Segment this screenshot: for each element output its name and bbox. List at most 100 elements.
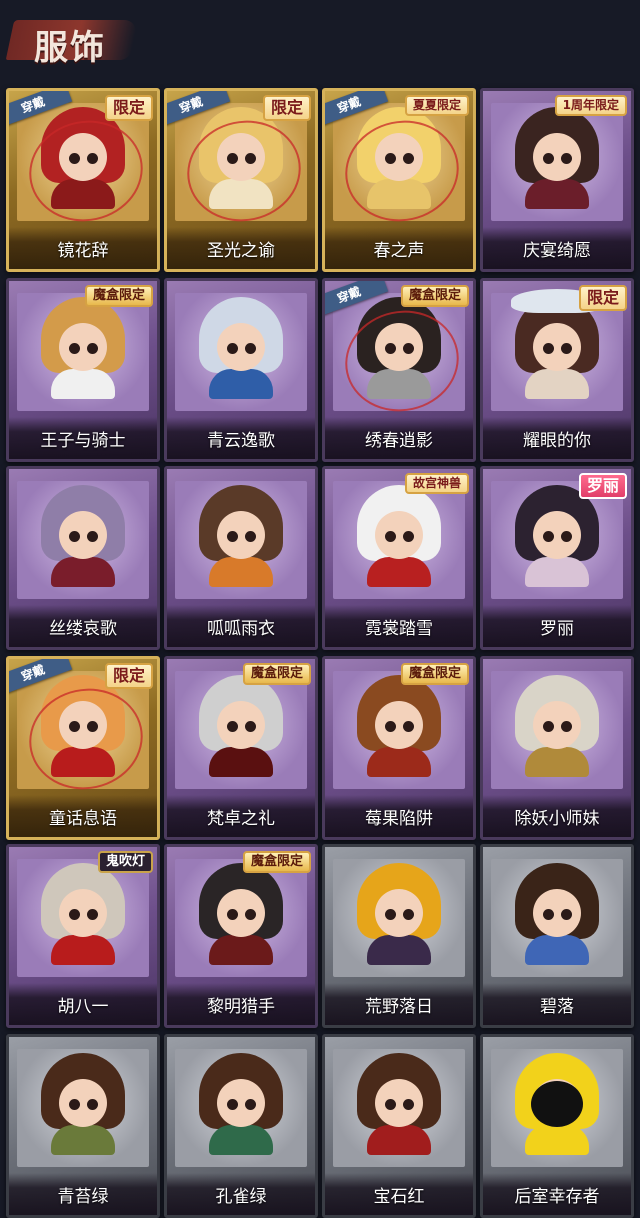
portrait-face — [59, 889, 107, 937]
costume-name: 梵卓之礼 — [207, 809, 275, 829]
portrait-outfit — [525, 179, 589, 209]
portrait-face — [59, 323, 107, 371]
portrait-outfit — [51, 557, 115, 587]
costume-portrait — [199, 863, 283, 965]
portrait-eye — [403, 531, 414, 542]
portrait-outfit — [209, 747, 273, 777]
costume-card[interactable]: 魔盒限定王子与骑士 — [6, 278, 160, 462]
portrait-eye — [69, 531, 80, 542]
costume-card[interactable]: 魔盒限定 梵卓之礼 — [164, 656, 318, 840]
portrait-outfit — [525, 747, 589, 777]
limited-badge: 魔盒限定 — [400, 663, 469, 685]
costume-card[interactable]: 穿戴 限定 镜花辞 — [6, 88, 160, 272]
portrait-eye — [403, 721, 414, 732]
costume-name: 童话息语 — [49, 809, 117, 829]
portrait-eye — [227, 909, 238, 920]
costume-card[interactable]: 穿戴 夏夏限定 春之声 — [322, 88, 476, 272]
costume-card[interactable]: 穿戴 限定 圣光之谕 — [164, 88, 318, 272]
costume-card[interactable]: 丝缕哀歌 — [6, 466, 160, 650]
costume-portrait — [515, 675, 599, 777]
costume-name: 王子与骑士 — [40, 431, 126, 451]
costume-card[interactable]: 魔盒限定莓果陷阱 — [322, 656, 476, 840]
costume-name: 罗丽 — [540, 619, 574, 639]
portrait-eye — [543, 531, 554, 542]
costume-name: 霓裳踏雪 — [365, 619, 433, 639]
costume-card[interactable]: 1周年限定 庆宴绮愿 — [480, 88, 634, 272]
costume-name: 宝石红 — [373, 1187, 425, 1207]
costume-card[interactable]: 碧落 — [480, 844, 634, 1028]
costume-card[interactable]: 故宫神兽 霓裳踏雪 — [322, 466, 476, 650]
portrait-eye — [69, 343, 80, 354]
portrait-face — [533, 889, 581, 937]
portrait-eye — [87, 1099, 98, 1110]
costume-card[interactable]: 穿戴 魔盒限定 绣春逍影 — [322, 278, 476, 462]
portrait-eye — [543, 909, 554, 920]
portrait-outfit — [367, 747, 431, 777]
portrait-eye — [403, 909, 414, 920]
costume-name: 莓果陷阱 — [365, 809, 433, 829]
portrait-eye — [87, 909, 98, 920]
portrait-eye — [385, 721, 396, 732]
costume-card[interactable]: 后室幸存者 — [480, 1034, 634, 1218]
costume-card[interactable]: 宝石红 — [322, 1034, 476, 1218]
costume-name: 孔雀绿 — [215, 1187, 267, 1207]
costume-card[interactable]: 青苔绿 — [6, 1034, 160, 1218]
portrait-face — [533, 323, 581, 371]
portrait-eye — [385, 909, 396, 920]
portrait-eye — [245, 1099, 256, 1110]
portrait-face — [533, 701, 581, 749]
costume-portrait — [199, 675, 283, 777]
portrait-outfit — [525, 369, 589, 399]
costume-portrait — [515, 863, 599, 965]
costume-card[interactable]: 青云逸歌 — [164, 278, 318, 462]
portrait-eye — [561, 909, 572, 920]
costume-name: 青苔绿 — [57, 1187, 109, 1207]
portrait-outfit — [51, 1125, 115, 1155]
costume-name: 胡八一 — [57, 997, 109, 1017]
portrait-outfit — [367, 1125, 431, 1155]
portrait-eye — [245, 531, 256, 542]
costume-card[interactable]: 荒野落日 — [322, 844, 476, 1028]
portrait-face — [59, 1079, 107, 1127]
costume-card[interactable]: 限定 耀眼的你 — [480, 278, 634, 462]
portrait-eye — [561, 721, 572, 732]
costume-card[interactable]: 除妖小师妹 — [480, 656, 634, 840]
costume-portrait — [199, 485, 283, 587]
portrait-eye — [385, 531, 396, 542]
costume-card[interactable]: 罗丽 罗丽 — [480, 466, 634, 650]
portrait-face — [217, 323, 265, 371]
costume-card[interactable]: 魔盒限定 黎明猎手 — [164, 844, 318, 1028]
limited-badge: 1周年限定 — [554, 95, 627, 116]
portrait-face — [375, 701, 423, 749]
portrait-outfit — [209, 935, 273, 965]
costume-card[interactable]: 呱呱雨衣 — [164, 466, 318, 650]
portrait-face — [375, 511, 423, 559]
costume-portrait — [357, 863, 441, 965]
costume-portrait — [199, 297, 283, 399]
costume-portrait — [515, 107, 599, 209]
costume-portrait — [515, 1053, 599, 1155]
portrait-outfit — [367, 935, 431, 965]
costume-portrait — [357, 675, 441, 777]
costume-name: 镜花辞 — [57, 241, 109, 261]
costume-name: 荒野落日 — [365, 997, 433, 1017]
portrait-face — [375, 889, 423, 937]
costume-grid: 穿戴 限定 镜花辞 穿戴 限定 圣光之谕 穿戴 夏夏限定 春之声 1周年限定 庆宴绮愿 魔盒限定 王子与… — [0, 0, 640, 1218]
portrait-eye — [227, 343, 238, 354]
portrait-eye — [245, 343, 256, 354]
portrait-eye — [245, 909, 256, 920]
portrait-eye — [543, 721, 554, 732]
costume-card[interactable]: 孔雀绿 — [164, 1034, 318, 1218]
costume-card[interactable]: 鬼吹灯 胡八一 — [6, 844, 160, 1028]
portrait-face — [217, 701, 265, 749]
limited-badge: 限定 — [104, 95, 153, 121]
limited-badge: 魔盒限定 — [84, 285, 153, 307]
portrait-outfit — [209, 557, 273, 587]
costume-name: 耀眼的你 — [523, 431, 591, 451]
portrait-eye — [87, 343, 98, 354]
portrait-eye — [385, 1099, 396, 1110]
portrait-outfit — [367, 557, 431, 587]
portrait-eye — [69, 1099, 80, 1110]
costume-portrait — [357, 485, 441, 587]
costume-card[interactable]: 穿戴 限定 童话息语 — [6, 656, 160, 840]
